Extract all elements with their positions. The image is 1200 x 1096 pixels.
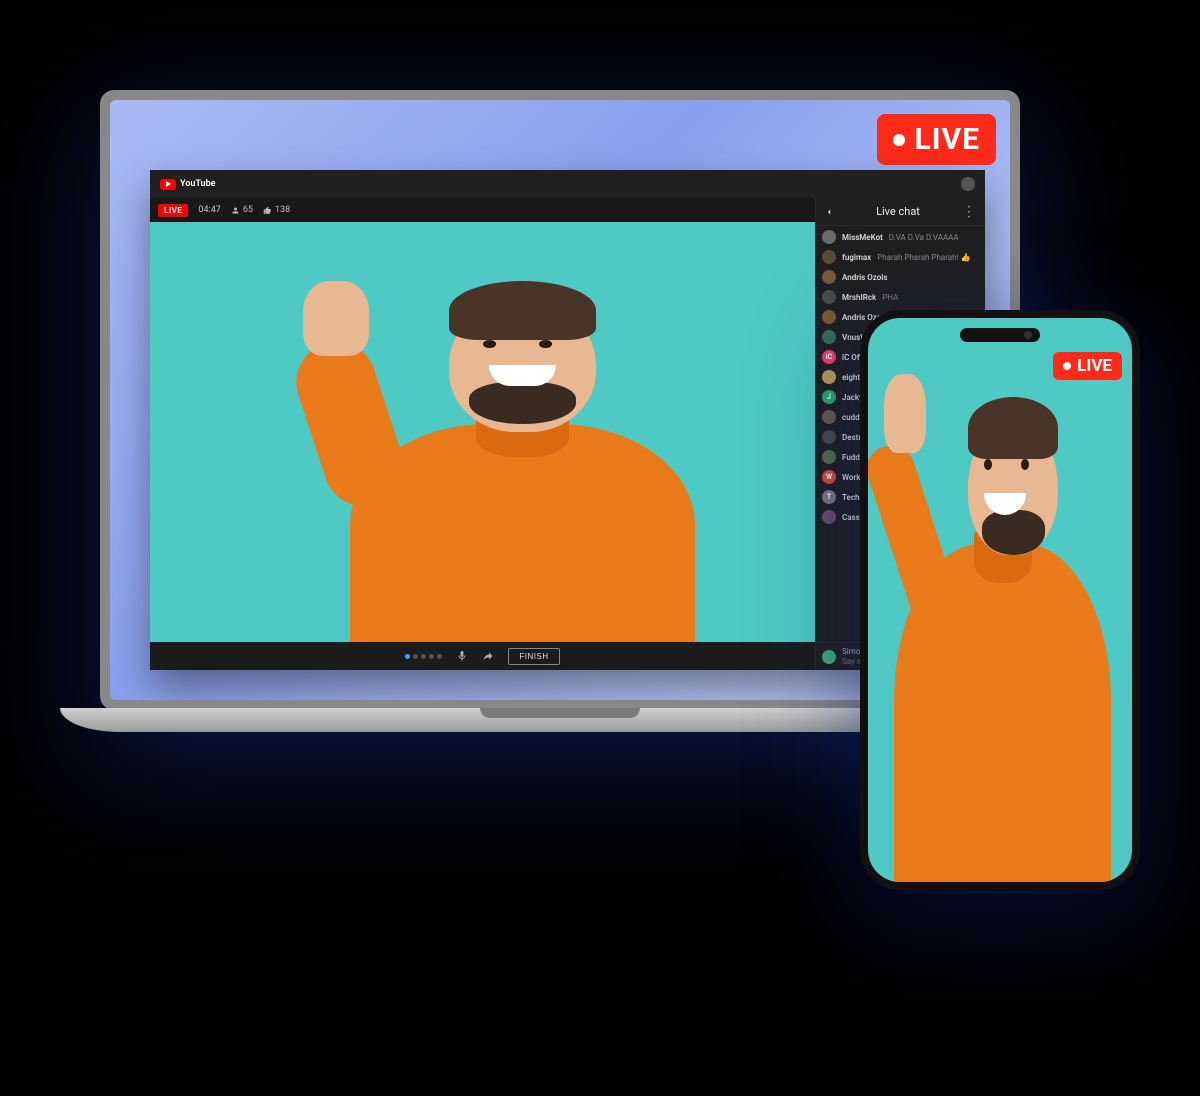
phone-device: LIVE — [860, 310, 1140, 890]
chat-avatar: W — [822, 470, 836, 484]
video-bottom-bar: FINISH — [150, 642, 815, 670]
chat-username: MissMeKot — [842, 233, 883, 242]
chat-message: MrshIRck PHA — [822, 290, 979, 304]
live-badge-laptop-text: LIVE — [915, 122, 980, 157]
chevron-right-icon[interactable] — [824, 207, 834, 217]
chat-message: Andris Ozols — [822, 270, 979, 284]
chat-title: Live chat — [876, 205, 920, 218]
chat-avatar: J — [822, 390, 836, 404]
chat-text: Pharah Pharah Pharah! 👍 — [877, 253, 970, 262]
live-badge-phone: LIVE — [1053, 352, 1122, 380]
chat-username: fugimax — [842, 253, 871, 262]
elapsed-time: 04:47 — [198, 205, 220, 215]
youtube-header: YouTube — [150, 170, 985, 198]
microphone-icon[interactable] — [456, 650, 468, 662]
chat-avatar — [822, 450, 836, 464]
chat-avatar — [822, 270, 836, 284]
chat-avatar — [822, 330, 836, 344]
like-count: 138 — [263, 205, 290, 215]
finish-button[interactable]: FINISH — [508, 648, 559, 665]
live-pill: LIVE — [158, 204, 188, 217]
chat-avatar — [822, 510, 836, 524]
phone-frame: LIVE — [860, 310, 1140, 890]
chat-text: D.VA D.Va D.VAAAA — [889, 233, 959, 242]
viewer-count: 65 — [231, 205, 253, 215]
record-dot-icon — [893, 134, 905, 146]
share-arrow-icon[interactable] — [482, 650, 494, 662]
chat-avatar: iC — [822, 350, 836, 364]
chat-avatar — [822, 230, 836, 244]
phone-screen[interactable]: LIVE — [868, 318, 1132, 882]
presenter-illustration — [868, 318, 1132, 882]
chat-avatar — [822, 370, 836, 384]
live-badge-laptop: LIVE — [877, 114, 996, 165]
chat-username: MrshIRck — [842, 293, 876, 302]
more-vert-icon[interactable]: ⋮ — [962, 204, 977, 220]
video-status-bar: LIVE 04:47 65 138 — [150, 198, 815, 222]
chat-avatar — [822, 410, 836, 424]
video-column: LIVE 04:47 65 138 — [150, 198, 815, 670]
self-avatar — [822, 650, 836, 664]
presenter-illustration — [150, 222, 815, 642]
chat-message: MissMeKot D.VA D.Va D.VAAAA — [822, 230, 979, 244]
youtube-logo-text: YouTube — [180, 179, 215, 189]
laptop-hinge-notch — [480, 708, 640, 718]
youtube-logo-icon — [160, 179, 176, 190]
chat-header: Live chat ⋮ — [816, 198, 985, 226]
chat-avatar — [822, 310, 836, 324]
live-badge-phone-text: LIVE — [1077, 356, 1112, 376]
record-dot-icon — [1063, 362, 1071, 370]
youtube-logo[interactable]: YouTube — [160, 179, 215, 190]
chat-avatar — [822, 250, 836, 264]
video-player[interactable] — [150, 222, 815, 642]
chat-avatar: T — [822, 490, 836, 504]
account-avatar[interactable] — [961, 177, 975, 191]
person-icon — [231, 206, 240, 215]
chat-text: PHA — [882, 293, 898, 302]
chat-avatar — [822, 290, 836, 304]
chat-message: fugimax Pharah Pharah Pharah! 👍 — [822, 250, 979, 264]
chat-avatar — [822, 430, 836, 444]
chat-username: Andris Ozols — [842, 273, 888, 282]
thumbs-up-icon — [263, 206, 272, 215]
front-camera-icon — [1024, 331, 1032, 339]
page-indicator-dots — [405, 654, 442, 659]
